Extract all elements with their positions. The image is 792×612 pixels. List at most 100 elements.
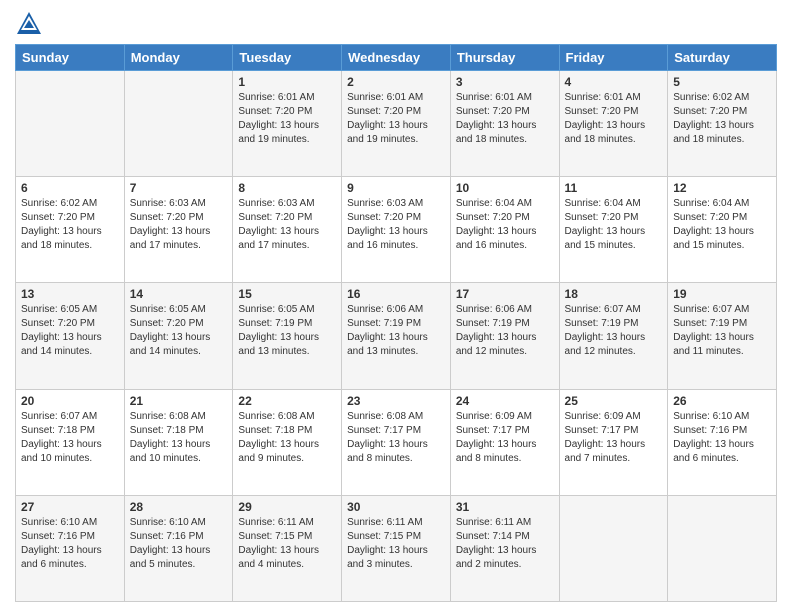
day-number-16: 16 <box>347 287 445 301</box>
day-cell-1: 1Sunrise: 6:01 AM Sunset: 7:20 PM Daylig… <box>233 71 342 177</box>
day-header-saturday: Saturday <box>668 45 777 71</box>
calendar-table: SundayMondayTuesdayWednesdayThursdayFrid… <box>15 44 777 602</box>
day-cell-30: 30 Sunrise: 6:11 AM Sunset: 7:15 PM Dayli… <box>342 495 451 601</box>
day-header-monday: Monday <box>124 45 233 71</box>
day-cell-15: 15Sunrise: 6:05 AM Sunset: 7:19 PM Dayli… <box>233 283 342 389</box>
day-info-7: Sunrise: 6:03 AM Sunset: 7:20 PM Dayligh… <box>130 197 228 253</box>
day-info-15: Sunrise: 6:05 AM Sunset: 7:19 PM Dayligh… <box>238 303 336 359</box>
day-cell-17: 17 Sunrise: 6:06 AM Sunset: 7:19 PM Dayli… <box>450 283 559 389</box>
day-info-21: Sunrise: 6:08 AM Sunset: 7:18 PM Dayligh… <box>130 410 228 466</box>
day-cell-16: 16 Sunrise: 6:06 AM Sunset: 7:19 PM Dayli… <box>342 283 451 389</box>
logo <box>15 10 45 38</box>
empty-cell <box>668 495 777 601</box>
day-number-8: 8 <box>238 181 336 195</box>
day-cell-31: 31 Sunrise: 6:11 AM Sunset: 7:14 PM Dayli… <box>450 495 559 601</box>
day-cell-3: 3 Sunrise: 6:01 AM Sunset: 7:20 PM Daylig… <box>450 71 559 177</box>
day-number-18: 18 <box>565 287 663 301</box>
day-number-23: 23 <box>347 394 445 408</box>
week-row-0: 1 Sunrise: 6:01 AM Sunset: 7:20 PM Daylig… <box>16 71 777 177</box>
day-info-17: Sunrise: 6:06 AM Sunset: 7:19 PM Dayligh… <box>456 303 554 359</box>
day-header-sunday: Sunday <box>16 45 125 71</box>
day-number-30: 30 <box>347 500 445 514</box>
day-info-18: Sunrise: 6:07 AM Sunset: 7:19 PM Dayligh… <box>565 303 663 359</box>
week-row-1: 6 Sunrise: 6:02 AM Sunset: 7:20 PM Daylig… <box>16 177 777 283</box>
header <box>15 10 777 38</box>
day-info-6: Sunrise: 6:02 AM Sunset: 7:20 PM Dayligh… <box>21 197 119 253</box>
empty-cell <box>124 71 233 177</box>
day-number-28: 28 <box>130 500 228 514</box>
day-number-2: 2 <box>347 75 445 89</box>
day-number-13: 13 <box>21 287 119 301</box>
day-number-24: 24 <box>456 394 554 408</box>
day-number-5: 5 <box>673 75 771 89</box>
page: SundayMondayTuesdayWednesdayThursdayFrid… <box>0 0 792 612</box>
day-number-27: 27 <box>21 500 119 514</box>
day-number-17: 17 <box>456 287 554 301</box>
day-info-2: Sunrise: 6:01 AM Sunset: 7:20 PM Dayligh… <box>347 91 445 147</box>
day-cell-24: 24 Sunrise: 6:09 AM Sunset: 7:17 PM Dayli… <box>450 389 559 495</box>
day-cell-11: 11 Sunrise: 6:04 AM Sunset: 7:20 PM Dayli… <box>559 177 668 283</box>
day-cell-23: 23 Sunrise: 6:08 AM Sunset: 7:17 PM Dayli… <box>342 389 451 495</box>
day-header-friday: Friday <box>559 45 668 71</box>
day-number-29: 29 <box>238 500 336 514</box>
day-info-3: Sunrise: 6:01 AM Sunset: 7:20 PM Dayligh… <box>456 91 554 147</box>
day-cell-14: 14Sunrise: 6:05 AM Sunset: 7:20 PM Dayli… <box>124 283 233 389</box>
day-cell-19: 19Sunrise: 6:07 AM Sunset: 7:19 PM Dayli… <box>668 283 777 389</box>
day-number-21: 21 <box>130 394 228 408</box>
day-number-6: 6 <box>21 181 119 195</box>
day-info-29: Sunrise: 6:11 AM Sunset: 7:15 PM Dayligh… <box>238 516 336 572</box>
day-cell-8: 8 Sunrise: 6:03 AM Sunset: 7:20 PM Daylig… <box>233 177 342 283</box>
day-number-31: 31 <box>456 500 554 514</box>
day-number-1: 1 <box>238 75 336 89</box>
day-info-23: Sunrise: 6:08 AM Sunset: 7:17 PM Dayligh… <box>347 410 445 466</box>
day-cell-26: 26Sunrise: 6:10 AM Sunset: 7:16 PM Dayli… <box>668 389 777 495</box>
day-cell-20: 20Sunrise: 6:07 AM Sunset: 7:18 PM Dayli… <box>16 389 125 495</box>
day-number-7: 7 <box>130 181 228 195</box>
day-info-28: Sunrise: 6:10 AM Sunset: 7:16 PM Dayligh… <box>130 516 228 572</box>
day-number-9: 9 <box>347 181 445 195</box>
day-number-12: 12 <box>673 181 771 195</box>
day-info-31: Sunrise: 6:11 AM Sunset: 7:14 PM Dayligh… <box>456 516 554 572</box>
day-number-22: 22 <box>238 394 336 408</box>
day-info-25: Sunrise: 6:09 AM Sunset: 7:17 PM Dayligh… <box>565 410 663 466</box>
logo-icon <box>15 10 43 38</box>
day-number-3: 3 <box>456 75 554 89</box>
calendar-body: 1 Sunrise: 6:01 AM Sunset: 7:20 PM Daylig… <box>16 71 777 602</box>
day-info-30: Sunrise: 6:11 AM Sunset: 7:15 PM Dayligh… <box>347 516 445 572</box>
day-cell-22: 22 Sunrise: 6:08 AM Sunset: 7:18 PM Dayli… <box>233 389 342 495</box>
day-number-19: 19 <box>673 287 771 301</box>
day-cell-13: 13 Sunrise: 6:05 AM Sunset: 7:20 PM Dayli… <box>16 283 125 389</box>
day-info-24: Sunrise: 6:09 AM Sunset: 7:17 PM Dayligh… <box>456 410 554 466</box>
day-info-5: Sunrise: 6:02 AM Sunset: 7:20 PM Dayligh… <box>673 91 771 147</box>
day-cell-27: 27 Sunrise: 6:10 AM Sunset: 7:16 PM Dayli… <box>16 495 125 601</box>
day-info-4: Sunrise: 6:01 AM Sunset: 7:20 PM Dayligh… <box>565 91 663 147</box>
calendar-header: SundayMondayTuesdayWednesdayThursdayFrid… <box>16 45 777 71</box>
day-cell-2: 2 Sunrise: 6:01 AM Sunset: 7:20 PM Daylig… <box>342 71 451 177</box>
day-info-27: Sunrise: 6:10 AM Sunset: 7:16 PM Dayligh… <box>21 516 119 572</box>
day-cell-7: 7 Sunrise: 6:03 AM Sunset: 7:20 PM Daylig… <box>124 177 233 283</box>
day-info-13: Sunrise: 6:05 AM Sunset: 7:20 PM Dayligh… <box>21 303 119 359</box>
day-cell-10: 10Sunrise: 6:04 AM Sunset: 7:20 PM Dayli… <box>450 177 559 283</box>
day-cell-21: 21 Sunrise: 6:08 AM Sunset: 7:18 PM Dayli… <box>124 389 233 495</box>
empty-cell <box>16 71 125 177</box>
day-info-16: Sunrise: 6:06 AM Sunset: 7:19 PM Dayligh… <box>347 303 445 359</box>
day-number-4: 4 <box>565 75 663 89</box>
day-info-8: Sunrise: 6:03 AM Sunset: 7:20 PM Dayligh… <box>238 197 336 253</box>
day-cell-9: 9Sunrise: 6:03 AM Sunset: 7:20 PM Daylig… <box>342 177 451 283</box>
week-row-3: 20Sunrise: 6:07 AM Sunset: 7:18 PM Dayli… <box>16 389 777 495</box>
day-cell-5: 5 Sunrise: 6:02 AM Sunset: 7:20 PM Daylig… <box>668 71 777 177</box>
days-of-week-row: SundayMondayTuesdayWednesdayThursdayFrid… <box>16 45 777 71</box>
day-header-wednesday: Wednesday <box>342 45 451 71</box>
day-info-26: Sunrise: 6:10 AM Sunset: 7:16 PM Dayligh… <box>673 410 771 466</box>
day-cell-29: 29 Sunrise: 6:11 AM Sunset: 7:15 PM Dayli… <box>233 495 342 601</box>
day-info-10: Sunrise: 6:04 AM Sunset: 7:20 PM Dayligh… <box>456 197 554 253</box>
day-cell-25: 25Sunrise: 6:09 AM Sunset: 7:17 PM Dayli… <box>559 389 668 495</box>
day-info-14: Sunrise: 6:05 AM Sunset: 7:20 PM Dayligh… <box>130 303 228 359</box>
day-info-11: Sunrise: 6:04 AM Sunset: 7:20 PM Dayligh… <box>565 197 663 253</box>
day-number-11: 11 <box>565 181 663 195</box>
day-info-12: Sunrise: 6:04 AM Sunset: 7:20 PM Dayligh… <box>673 197 771 253</box>
empty-cell <box>559 495 668 601</box>
day-info-22: Sunrise: 6:08 AM Sunset: 7:18 PM Dayligh… <box>238 410 336 466</box>
day-cell-4: 4 Sunrise: 6:01 AM Sunset: 7:20 PM Daylig… <box>559 71 668 177</box>
day-cell-12: 12 Sunrise: 6:04 AM Sunset: 7:20 PM Dayli… <box>668 177 777 283</box>
